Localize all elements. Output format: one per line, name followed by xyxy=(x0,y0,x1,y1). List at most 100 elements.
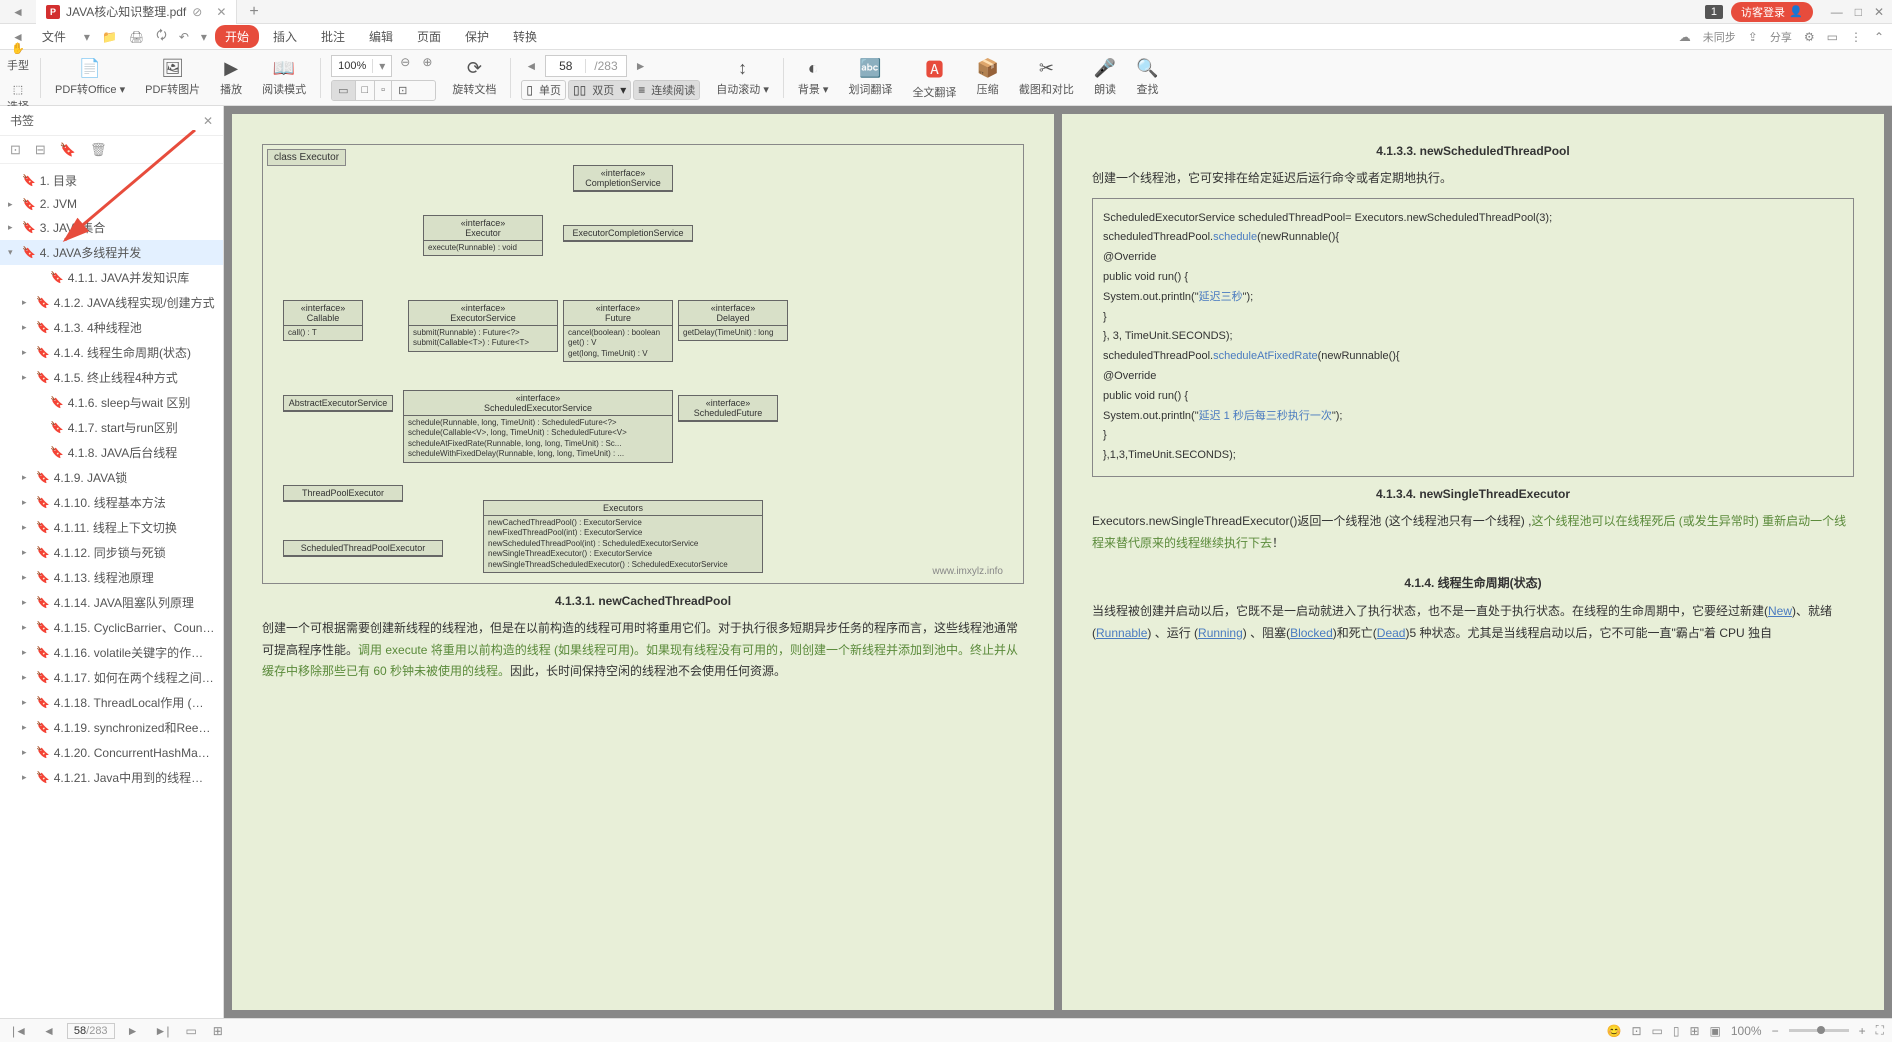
sb-next-icon[interactable]: ► xyxy=(123,1024,143,1038)
undo-icon[interactable]: ↶ xyxy=(175,30,193,44)
bookmark-item[interactable]: ▸🔖4.1.20. ConcurrentHashMap并发 xyxy=(0,740,223,765)
sb-zoom-in-icon[interactable]: + xyxy=(1859,1024,1866,1038)
bookmark-item[interactable]: ▸🔖4.1.15. CyclicBarrier、CountDownLatch、S… xyxy=(0,615,223,640)
read-mode-button[interactable]: 📖阅读模式 xyxy=(252,54,316,101)
bookmark-item[interactable]: ▸🔖4.1.10. 线程基本方法 xyxy=(0,490,223,515)
sb-prev-icon[interactable]: ◄ xyxy=(39,1024,59,1038)
tab-pin-icon[interactable]: ⊘ xyxy=(192,5,202,19)
bookmark-item[interactable]: ▾🔖4. JAVA多线程并发 xyxy=(0,240,223,265)
sb-fullscreen-icon[interactable]: ⛶ xyxy=(1876,1023,1884,1038)
page-prev-icon[interactable]: ◄ xyxy=(521,59,541,73)
sb-page-input[interactable]: 58/283 xyxy=(67,1023,115,1039)
sb-last-icon[interactable]: ►| xyxy=(150,1024,173,1038)
bookmark-item[interactable]: ▸🔖3. JAVA集合 xyxy=(0,215,223,240)
rotate-button[interactable]: ⟳旋转文档 xyxy=(442,54,506,101)
word-translate-button[interactable]: 🔤划词翻译 xyxy=(838,54,902,101)
sb-view5-icon[interactable]: ▣ xyxy=(1710,1024,1721,1038)
document-tab[interactable]: P JAVA核心知识整理.pdf ⊘ ✕ xyxy=(36,0,237,24)
share-icon[interactable]: ⇪ xyxy=(1748,30,1758,44)
bookmark-item[interactable]: ▸🔖4.1.4. 线程生命周期(状态) xyxy=(0,340,223,365)
zoom-select[interactable]: 100%▾ xyxy=(331,55,392,77)
ai-icon[interactable]: 🗘 xyxy=(152,26,171,47)
bookmark-item[interactable]: ▸🔖4.1.18. ThreadLocal作用 (线程本地存储) xyxy=(0,690,223,715)
menu-convert[interactable]: 转换 xyxy=(503,25,547,48)
play-button[interactable]: ▶播放 xyxy=(210,54,252,101)
menu-dropdown-icon[interactable]: ▾ xyxy=(80,30,94,44)
bookmark-item[interactable]: 🔖4.1.7. start与run区别 xyxy=(0,415,223,440)
pdf-to-image[interactable]: 🖼PDF转图片 xyxy=(135,54,210,101)
bookmark-item[interactable]: ▸🔖4.1.5. 终止线程4种方式 xyxy=(0,365,223,390)
login-button[interactable]: 访客登录👤 xyxy=(1731,2,1813,22)
bookmark-item[interactable]: 🔖1. 目录 xyxy=(0,168,223,193)
menu-file[interactable]: 文件 xyxy=(32,25,76,48)
bookmark-item[interactable]: ▸🔖2. JVM xyxy=(0,193,223,215)
menu-annotate[interactable]: 批注 xyxy=(311,25,355,48)
continuous-button[interactable]: ≡连续阅读 xyxy=(633,80,700,100)
menu-page[interactable]: 页面 xyxy=(407,25,451,48)
save-icon[interactable]: 🖨 xyxy=(125,30,148,44)
bookmark-item[interactable]: ▸🔖4.1.16. volatile关键字的作用 (变量可见性、禁止重排序) xyxy=(0,640,223,665)
sb-view3-icon[interactable]: ▯ xyxy=(1673,1024,1680,1038)
bookmark-item[interactable]: ▸🔖4.1.3. 4种线程池 xyxy=(0,315,223,340)
page-next-icon[interactable]: ► xyxy=(631,59,651,73)
bookmark-item[interactable]: ▸🔖4.1.17. 如何在两个线程之间共享数据 xyxy=(0,665,223,690)
zoom-slider[interactable] xyxy=(1789,1029,1849,1032)
fit-buttons[interactable]: ▭□▫⊡ xyxy=(331,80,436,101)
bookmark-item[interactable]: ▸🔖4.1.11. 线程上下文切换 xyxy=(0,515,223,540)
menu-insert[interactable]: 插入 xyxy=(263,25,307,48)
read-aloud-button[interactable]: 🎤朗读 xyxy=(1084,54,1126,101)
minimize-icon[interactable]: — xyxy=(1831,5,1843,19)
bookmark-item[interactable]: 🔖4.1.6. sleep与wait 区别 xyxy=(0,390,223,415)
bookmarks-close-icon[interactable]: ✕ xyxy=(203,114,213,128)
menu-start[interactable]: 开始 xyxy=(215,25,259,48)
auto-scroll-button[interactable]: ↕自动滚动 ▾ xyxy=(706,54,779,101)
more-icon[interactable]: ▾ xyxy=(197,30,211,44)
bookmark-item[interactable]: 🔖4.1.1. JAVA并发知识库 xyxy=(0,265,223,290)
sb-emoji-icon[interactable]: 😊 xyxy=(1606,1024,1621,1038)
pdf-to-office[interactable]: 📄PDF转Office ▾ xyxy=(45,54,135,101)
full-translate-button[interactable]: 🅰全文翻译 xyxy=(902,52,966,104)
bookmark-item[interactable]: ▸🔖4.1.13. 线程池原理 xyxy=(0,565,223,590)
zoom-out-icon[interactable]: ⊖ xyxy=(396,55,414,77)
tab-close-icon[interactable]: ✕ xyxy=(216,5,226,19)
open-icon[interactable]: 📁 xyxy=(98,30,121,44)
bm-add-icon[interactable]: 🔖 xyxy=(60,142,76,158)
prev-tab-icon[interactable]: ◄ xyxy=(0,5,36,19)
bookmark-item[interactable]: ▸🔖4.1.9. JAVA锁 xyxy=(0,465,223,490)
content-area[interactable]: 💬 class Executor «interface»CompletionSe… xyxy=(224,106,1892,1018)
settings-icon[interactable]: ⚙ xyxy=(1804,30,1815,44)
bm-delete-icon[interactable]: 🗑 xyxy=(90,142,107,158)
bookmark-item[interactable]: ▸🔖4.1.19. synchronized和ReentrantLock的区别 xyxy=(0,715,223,740)
screenshot-button[interactable]: ✂截图和对比 xyxy=(1009,54,1084,101)
sb-outline-icon[interactable]: ⊞ xyxy=(209,1024,227,1038)
bm-collapse-icon[interactable]: ⊟ xyxy=(35,142,46,158)
bookmark-item[interactable]: ▸🔖4.1.2. JAVA线程实现/创建方式 xyxy=(0,290,223,315)
compress-button[interactable]: 📦压缩 xyxy=(966,54,1008,101)
bm-expand-icon[interactable]: ⊡ xyxy=(10,142,21,158)
double-page-button[interactable]: ▯▯双页 ▾ xyxy=(568,80,631,100)
menu-more-icon[interactable]: ⋮ xyxy=(1850,30,1862,44)
collapse-icon[interactable]: ⌃ xyxy=(1874,30,1884,44)
single-page-button[interactable]: ▯单页 xyxy=(521,80,566,100)
menu-protect[interactable]: 保护 xyxy=(455,25,499,48)
sb-zoom-out-icon[interactable]: − xyxy=(1772,1024,1779,1038)
maximize-icon[interactable]: □ xyxy=(1855,5,1862,19)
menu-edit[interactable]: 编辑 xyxy=(359,25,403,48)
bookmark-item[interactable]: ▸🔖4.1.14. JAVA阻塞队列原理 xyxy=(0,590,223,615)
sb-view2-icon[interactable]: ▭ xyxy=(1652,1024,1663,1038)
window-icon[interactable]: ▭ xyxy=(1827,30,1838,44)
find-button[interactable]: 🔍查找 xyxy=(1126,54,1168,101)
background-button[interactable]: ◐背景 ▾ xyxy=(788,54,839,101)
sync-icon[interactable]: ☁ xyxy=(1679,30,1691,44)
bookmark-item[interactable]: ▸🔖4.1.12. 同步锁与死锁 xyxy=(0,540,223,565)
sb-bookmark-icon[interactable]: ▭ xyxy=(181,1024,200,1038)
sb-view4-icon[interactable]: ⊞ xyxy=(1689,1024,1699,1038)
add-tab-button[interactable]: + xyxy=(237,3,270,21)
bookmark-item[interactable]: ▸🔖4.1.21. Java中用到的线程调度 xyxy=(0,765,223,790)
sb-first-icon[interactable]: |◄ xyxy=(8,1024,31,1038)
close-window-icon[interactable]: ✕ xyxy=(1874,5,1884,19)
sb-view1-icon[interactable]: ⊡ xyxy=(1631,1024,1641,1038)
hand-tool[interactable]: ✋手型 xyxy=(7,42,29,73)
page-input[interactable]: 58/283 xyxy=(545,55,626,77)
notification-badge[interactable]: 1 xyxy=(1705,5,1723,19)
